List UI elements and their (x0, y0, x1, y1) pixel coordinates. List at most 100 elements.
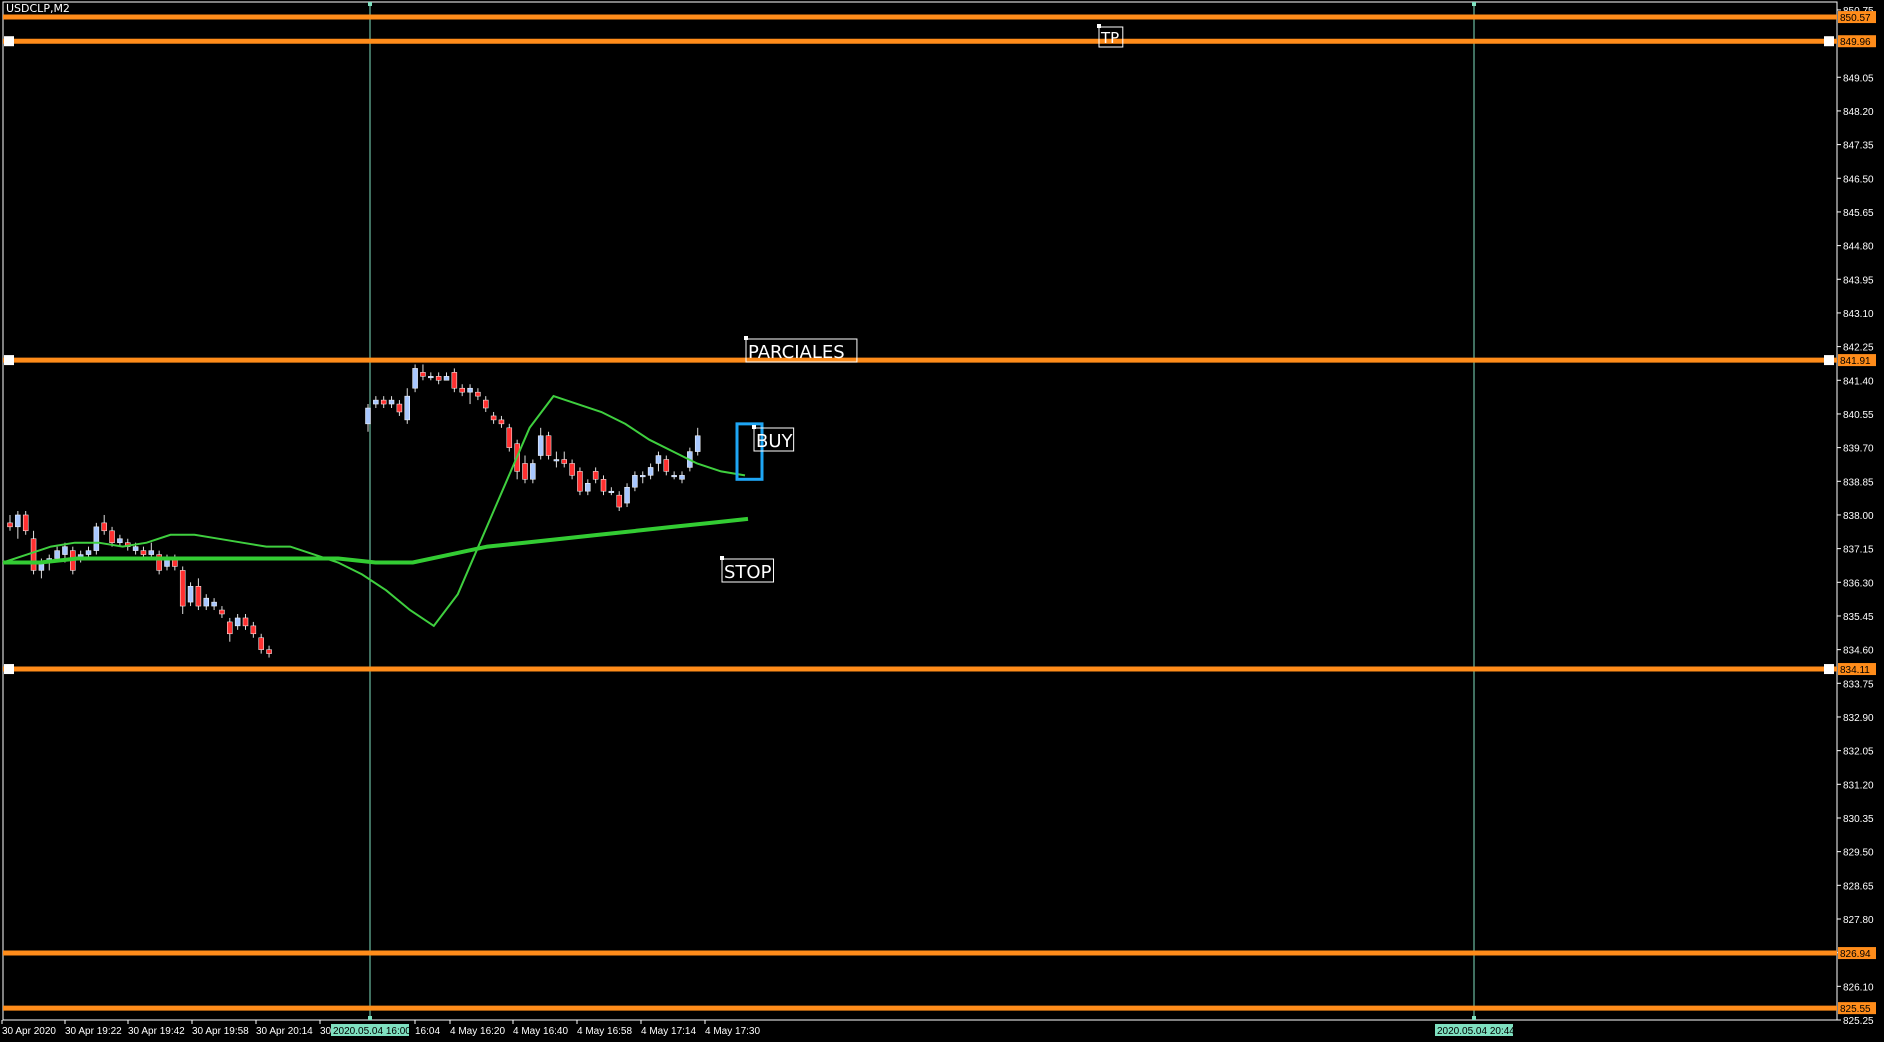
candle-body (396, 403, 403, 413)
candle-body (258, 637, 264, 650)
candle-body (459, 387, 465, 393)
price-tick-label: 842.25 (1843, 343, 1874, 354)
time-axis-label: 30 Apr 19:22 (65, 1026, 122, 1037)
price-tick-label: 843.10 (1843, 309, 1874, 320)
label-tp[interactable]: TP (1100, 29, 1119, 47)
hline-handle-right[interactable] (1824, 36, 1834, 47)
candle-body (569, 463, 575, 476)
candle-body (694, 435, 701, 452)
candle-body (585, 483, 591, 492)
label-parciales-anchor[interactable] (744, 336, 748, 340)
candle-body (227, 621, 233, 635)
vline-start-handle[interactable] (368, 2, 372, 6)
label-stop[interactable]: STOP (724, 562, 772, 583)
candle-body (467, 387, 473, 393)
price-tick-label: 835.45 (1843, 612, 1874, 623)
price-tick-label: 833.75 (1843, 679, 1874, 690)
time-axis-label: 30 Apr 19:58 (192, 1026, 249, 1037)
vline-end-handle[interactable] (1472, 2, 1476, 6)
candle-body (117, 538, 123, 543)
candle-body (404, 395, 410, 421)
hline-handle-left[interactable] (4, 664, 14, 675)
price-tick-label: 845.65 (1843, 208, 1874, 219)
candle-body (101, 522, 107, 532)
candle-body (187, 586, 194, 603)
candle-body (148, 550, 155, 555)
price-tick-label: 832.05 (1843, 747, 1874, 758)
candle-body (577, 471, 583, 492)
candle-body (522, 463, 528, 480)
price-tick-label: 829.50 (1843, 848, 1874, 859)
candle-body (663, 459, 670, 472)
price-tick-label: 838.85 (1843, 477, 1874, 488)
candle-body (545, 435, 552, 456)
price-tick-label: 826.10 (1843, 982, 1874, 993)
candle-body (388, 399, 395, 405)
hline-1-price-text: 850.57 (1840, 13, 1871, 24)
label-buy-anchor[interactable] (752, 425, 756, 429)
price-tick-label: 834.60 (1843, 646, 1874, 657)
candle-body (592, 471, 599, 480)
time-axis-label: 30 Apr 20:14 (256, 1026, 313, 1037)
candle-body (443, 376, 450, 381)
price-tick-label: 844.80 (1843, 242, 1874, 253)
price-tick-label: 828.65 (1843, 881, 1874, 892)
price-tick-label: 825.25 (1843, 1016, 1874, 1027)
candle-body (671, 475, 677, 478)
hline-handle-right[interactable] (1824, 664, 1834, 675)
candle-body (211, 601, 217, 607)
candle-body (498, 419, 505, 425)
price-tick-label: 830.35 (1843, 814, 1874, 825)
candle-body (15, 514, 21, 528)
candle-body (632, 475, 638, 488)
candle-body (451, 372, 458, 389)
candle-body (7, 522, 13, 528)
label-stop-anchor[interactable] (720, 556, 724, 560)
time-axis-label: 4 May 16:40 (513, 1026, 568, 1037)
price-tick-label: 846.50 (1843, 174, 1874, 185)
time-axis-label: 30 (320, 1026, 332, 1037)
candle-body (109, 530, 115, 543)
vline-end-handle[interactable] (1472, 1016, 1476, 1020)
vline-start-time-text: 2020.05.04 16:00 (333, 1026, 411, 1037)
price-tick-label: 848.20 (1843, 107, 1874, 118)
candle-body (600, 479, 607, 492)
candle-body (428, 376, 434, 379)
time-axis-label: 4 May 17:14 (641, 1026, 696, 1037)
candle-body (373, 399, 379, 405)
hline-handle-left[interactable] (4, 355, 14, 366)
hline-handle-right[interactable] (1824, 355, 1834, 366)
time-axis-label: 4 May 16:58 (577, 1026, 632, 1037)
candle-body (179, 570, 186, 607)
label-buy[interactable]: BUY (756, 431, 794, 452)
candle-body (380, 399, 387, 405)
candle-body (195, 586, 202, 607)
price-tick-label: 827.80 (1843, 915, 1874, 926)
hline-parciales-price-text: 841.91 (1840, 356, 1871, 367)
candle-body (234, 617, 241, 627)
candle-body (640, 475, 646, 478)
hline-6-price-text: 825.55 (1840, 1004, 1871, 1015)
vline-start-handle[interactable] (368, 1016, 372, 1020)
ma-fast-line (2, 394, 746, 628)
candle-body (85, 550, 92, 555)
candle-body (140, 550, 147, 555)
hline-handle-left[interactable] (4, 36, 14, 47)
candle-body (132, 546, 139, 551)
candle-body (530, 463, 536, 480)
price-tick-label: 847.35 (1843, 141, 1874, 152)
time-axis-label: 16:04 (415, 1026, 440, 1037)
label-parciales[interactable]: PARCIALES (748, 342, 845, 363)
hline-5-price-text: 826.94 (1840, 949, 1871, 960)
price-chart[interactable]: 850.75849.05848.20847.35846.50845.65844.… (0, 0, 1884, 1042)
label-tp-anchor[interactable] (1097, 24, 1101, 28)
price-tick-label: 836.30 (1843, 578, 1874, 589)
candle-body (655, 455, 662, 464)
candle-body (537, 435, 544, 456)
candle-body (266, 649, 272, 654)
candle-body (647, 467, 654, 476)
candle-body (490, 415, 497, 421)
candle-body (250, 625, 257, 635)
time-axis-label: 4 May 16:20 (450, 1026, 505, 1037)
chart-frame (2, 1, 1838, 1021)
